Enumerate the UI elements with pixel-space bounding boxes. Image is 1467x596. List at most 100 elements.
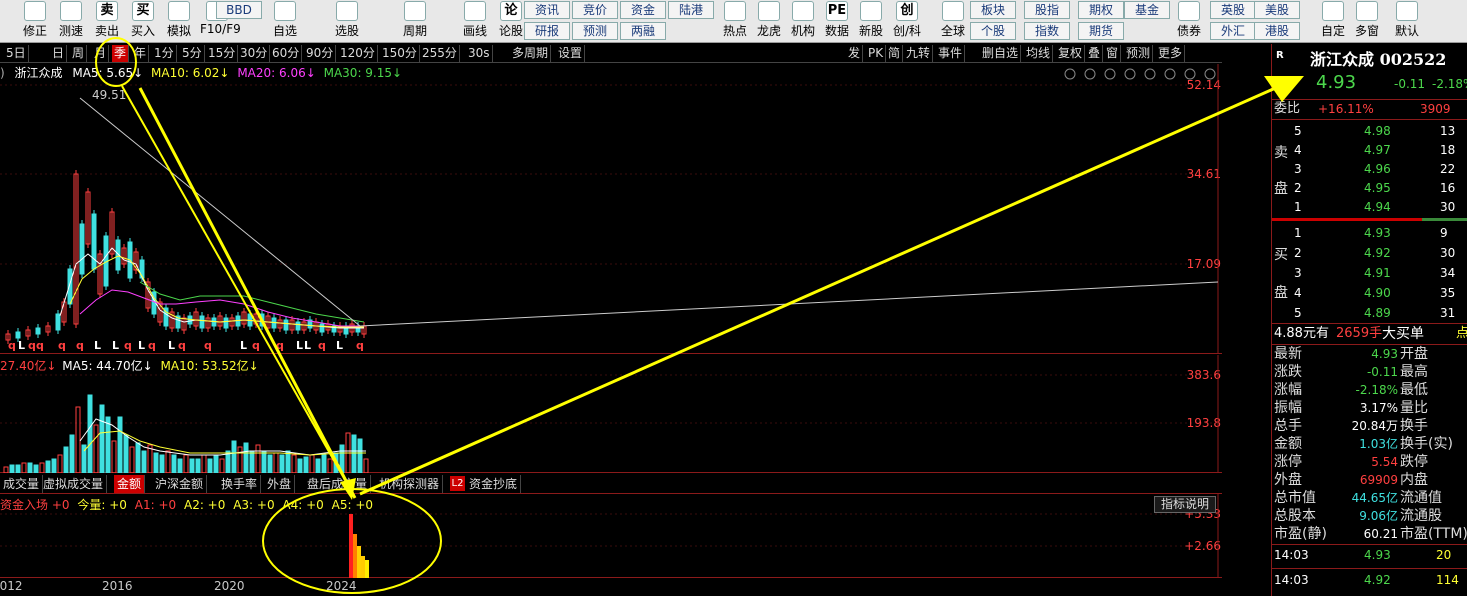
toolbar-discuss-button[interactable]: 论论股 — [494, 0, 528, 43]
toolbar-bond-button[interactable]: 债券 — [1172, 0, 1206, 43]
bid-level-row[interactable]: 3 4.91 34 — [1272, 264, 1467, 282]
fund-chart[interactable]: +5.33 +2.66 资金入场 +0 今量: +0 A1: +0 A2: +0 … — [0, 494, 1222, 578]
quick-button[interactable]: 两融 — [620, 22, 666, 40]
quick-button[interactable]: 股指 — [1024, 1, 1070, 19]
period-tab[interactable]: 季 — [112, 45, 130, 62]
toolbar-globe-button[interactable]: 全球 — [936, 0, 970, 43]
toolbar-up-arrow-button[interactable]: 修正 — [18, 0, 52, 43]
toolbar-pen-button[interactable]: 画线 — [458, 0, 492, 43]
toolbar-chuang-button[interactable]: 创创/科 — [890, 0, 924, 43]
toolbar-multi-window-button[interactable]: 多窗 — [1350, 0, 1384, 43]
toolbar-buy-button[interactable]: 买买入 — [126, 0, 160, 43]
period-tab[interactable]: 设置 — [556, 45, 586, 62]
period-tab[interactable]: 年 — [132, 45, 150, 62]
chart-tool-button[interactable]: 事件 — [936, 45, 966, 62]
toolbar-sell-button[interactable]: 卖卖出 — [90, 0, 124, 43]
indicator-tab[interactable]: 成交量 — [0, 475, 44, 493]
ask-level-row[interactable]: 2 4.95 16 — [1272, 179, 1467, 197]
indicator-tab[interactable]: 换手率 — [218, 475, 262, 493]
quick-button[interactable]: 港股 — [1254, 22, 1300, 40]
signal-marker: q — [36, 339, 44, 352]
period-tab[interactable]: 30分 — [238, 45, 271, 62]
quick-button[interactable]: 板块 — [970, 1, 1016, 19]
indicator-tab[interactable]: 盘后成交量 — [304, 475, 372, 493]
chart-tool-button[interactable]: 发 — [846, 45, 864, 62]
period-tab[interactable]: 60分 — [270, 45, 303, 62]
quick-button[interactable]: 期货 — [1078, 22, 1124, 40]
stat-label-2: 跌停 — [1400, 454, 1428, 470]
toolbar-hammer-button[interactable]: 模拟 — [162, 0, 196, 43]
toolbar-custom-button[interactable]: 自定 — [1316, 0, 1350, 43]
quick-button[interactable]: 外汇 — [1210, 22, 1256, 40]
quick-button[interactable]: 预测 — [572, 22, 618, 40]
signal-marker: q — [124, 339, 132, 352]
quick-button[interactable]: 英股 — [1210, 1, 1256, 19]
kline-svg[interactable]: 52.1434.6117.0949.51q Lq q q q L Lq Lq Lq q Lq q L Lq… — [0, 64, 1222, 354]
kline-chart[interactable]: 52.14 34.61 17.09 49.51 q Lq q q q L Lq Lq Lq q Lq q L Lq… — [0, 64, 1222, 354]
period-tab[interactable]: 月 — [92, 45, 110, 62]
quick-button[interactable]: BBD — [216, 1, 262, 19]
toolbar-clock-button[interactable]: 周期 — [398, 0, 432, 43]
quick-button[interactable]: 指数 — [1024, 22, 1070, 40]
toolbar-pe-button[interactable]: PE 数据 — [820, 0, 854, 43]
bid-level-row[interactable]: 5 4.89 31 — [1272, 304, 1467, 322]
stat-label-2: 流通值 — [1400, 490, 1442, 506]
ask-level-row[interactable]: 1 4.94 30 — [1272, 198, 1467, 216]
chart-tool-button[interactable]: 窗 — [1104, 45, 1122, 62]
period-tab[interactable]: 5日 — [4, 45, 29, 62]
chart-tool-button[interactable]: 更多 — [1156, 45, 1186, 62]
period-tab[interactable]: 150分 — [380, 45, 420, 62]
indicator-help-button[interactable]: 指标说明 — [1154, 496, 1216, 513]
bid-level-row[interactable]: 2 4.92 30 — [1272, 244, 1467, 262]
ask-level-row[interactable]: 4 4.97 18 — [1272, 141, 1467, 159]
indicator-tab[interactable]: 资金抄底 — [466, 475, 522, 493]
chart-tool-button[interactable]: 叠 — [1086, 45, 1104, 62]
toolbar-dragon-button[interactable]: 龙虎 — [752, 0, 786, 43]
indicator-tab[interactable]: 外盘 — [264, 475, 296, 493]
toolbar-star-button[interactable]: 自选 — [268, 0, 302, 43]
ask-level-row[interactable]: 3 4.96 22 — [1272, 160, 1467, 178]
ask-level-row[interactable]: 5 4.98 13 — [1272, 122, 1467, 140]
quick-button[interactable]: 陆港 — [668, 1, 714, 19]
bid-level-row[interactable]: 1 4.93 9 — [1272, 224, 1467, 242]
amount-bar — [309, 454, 315, 474]
chart-tool-button[interactable]: PK — [866, 45, 887, 62]
quick-button[interactable]: 竞价 — [572, 1, 618, 19]
amount-chart[interactable]: 383.6 193.8 27.40亿↓ MA5: 44.70亿↓ MA10: 53… — [0, 355, 1222, 474]
chart-tool-button[interactable]: 预测 — [1124, 45, 1154, 62]
period-tab[interactable]: 120分 — [338, 45, 378, 62]
toolbar-new-stock-button[interactable]: 新股 — [854, 0, 888, 43]
quick-button[interactable]: 资讯 — [524, 1, 570, 19]
toolbar-stopwatch-button[interactable]: 测速 — [54, 0, 88, 43]
indicator-tab[interactable]: 金额 — [114, 475, 146, 493]
chart-tool-button[interactable]: 删自选 — [980, 45, 1022, 62]
quick-button[interactable]: 期权 — [1078, 1, 1124, 19]
toolbar-filter-button[interactable]: 选股 — [330, 0, 364, 43]
period-tab[interactable]: 15分 — [206, 45, 239, 62]
toolbar-label: 周期 — [402, 24, 427, 38]
period-tab[interactable]: 30s — [466, 45, 493, 62]
indicator-tab[interactable]: 机构探测器 — [376, 475, 444, 493]
period-tab[interactable]: 90分 — [304, 45, 337, 62]
toolbar-bank-button[interactable]: 机构 — [786, 0, 820, 43]
period-tab[interactable]: 255分 — [420, 45, 460, 62]
quick-button[interactable]: 研报 — [524, 22, 570, 40]
chart-tool-button[interactable]: 复权 — [1056, 45, 1086, 62]
chart-tool-button[interactable]: 均线 — [1024, 45, 1054, 62]
quick-button[interactable]: 资金 — [620, 1, 666, 19]
indicator-tab[interactable]: 沪深金额 — [152, 475, 208, 493]
quick-button[interactable]: 基金 — [1124, 1, 1170, 19]
period-tab[interactable]: 多周期 — [510, 45, 552, 62]
chart-tool-button[interactable]: 简 — [886, 45, 904, 62]
chart-tool-button[interactable]: 九转 — [904, 45, 934, 62]
indicator-tab[interactable]: 虚拟成交量 — [40, 475, 108, 493]
period-tab[interactable]: 1分 — [152, 45, 177, 62]
bid-level-row[interactable]: 4 4.90 35 — [1272, 284, 1467, 302]
period-tab[interactable]: 日 — [50, 45, 68, 62]
period-tab[interactable]: 5分 — [180, 45, 205, 62]
quick-button[interactable]: 个股 — [970, 22, 1016, 40]
quick-button[interactable]: 美股 — [1254, 1, 1300, 19]
toolbar-home-button[interactable]: 默认 — [1390, 0, 1424, 43]
period-tab[interactable]: 周 — [70, 45, 88, 62]
toolbar-hot-button[interactable]: 热点 — [718, 0, 752, 43]
